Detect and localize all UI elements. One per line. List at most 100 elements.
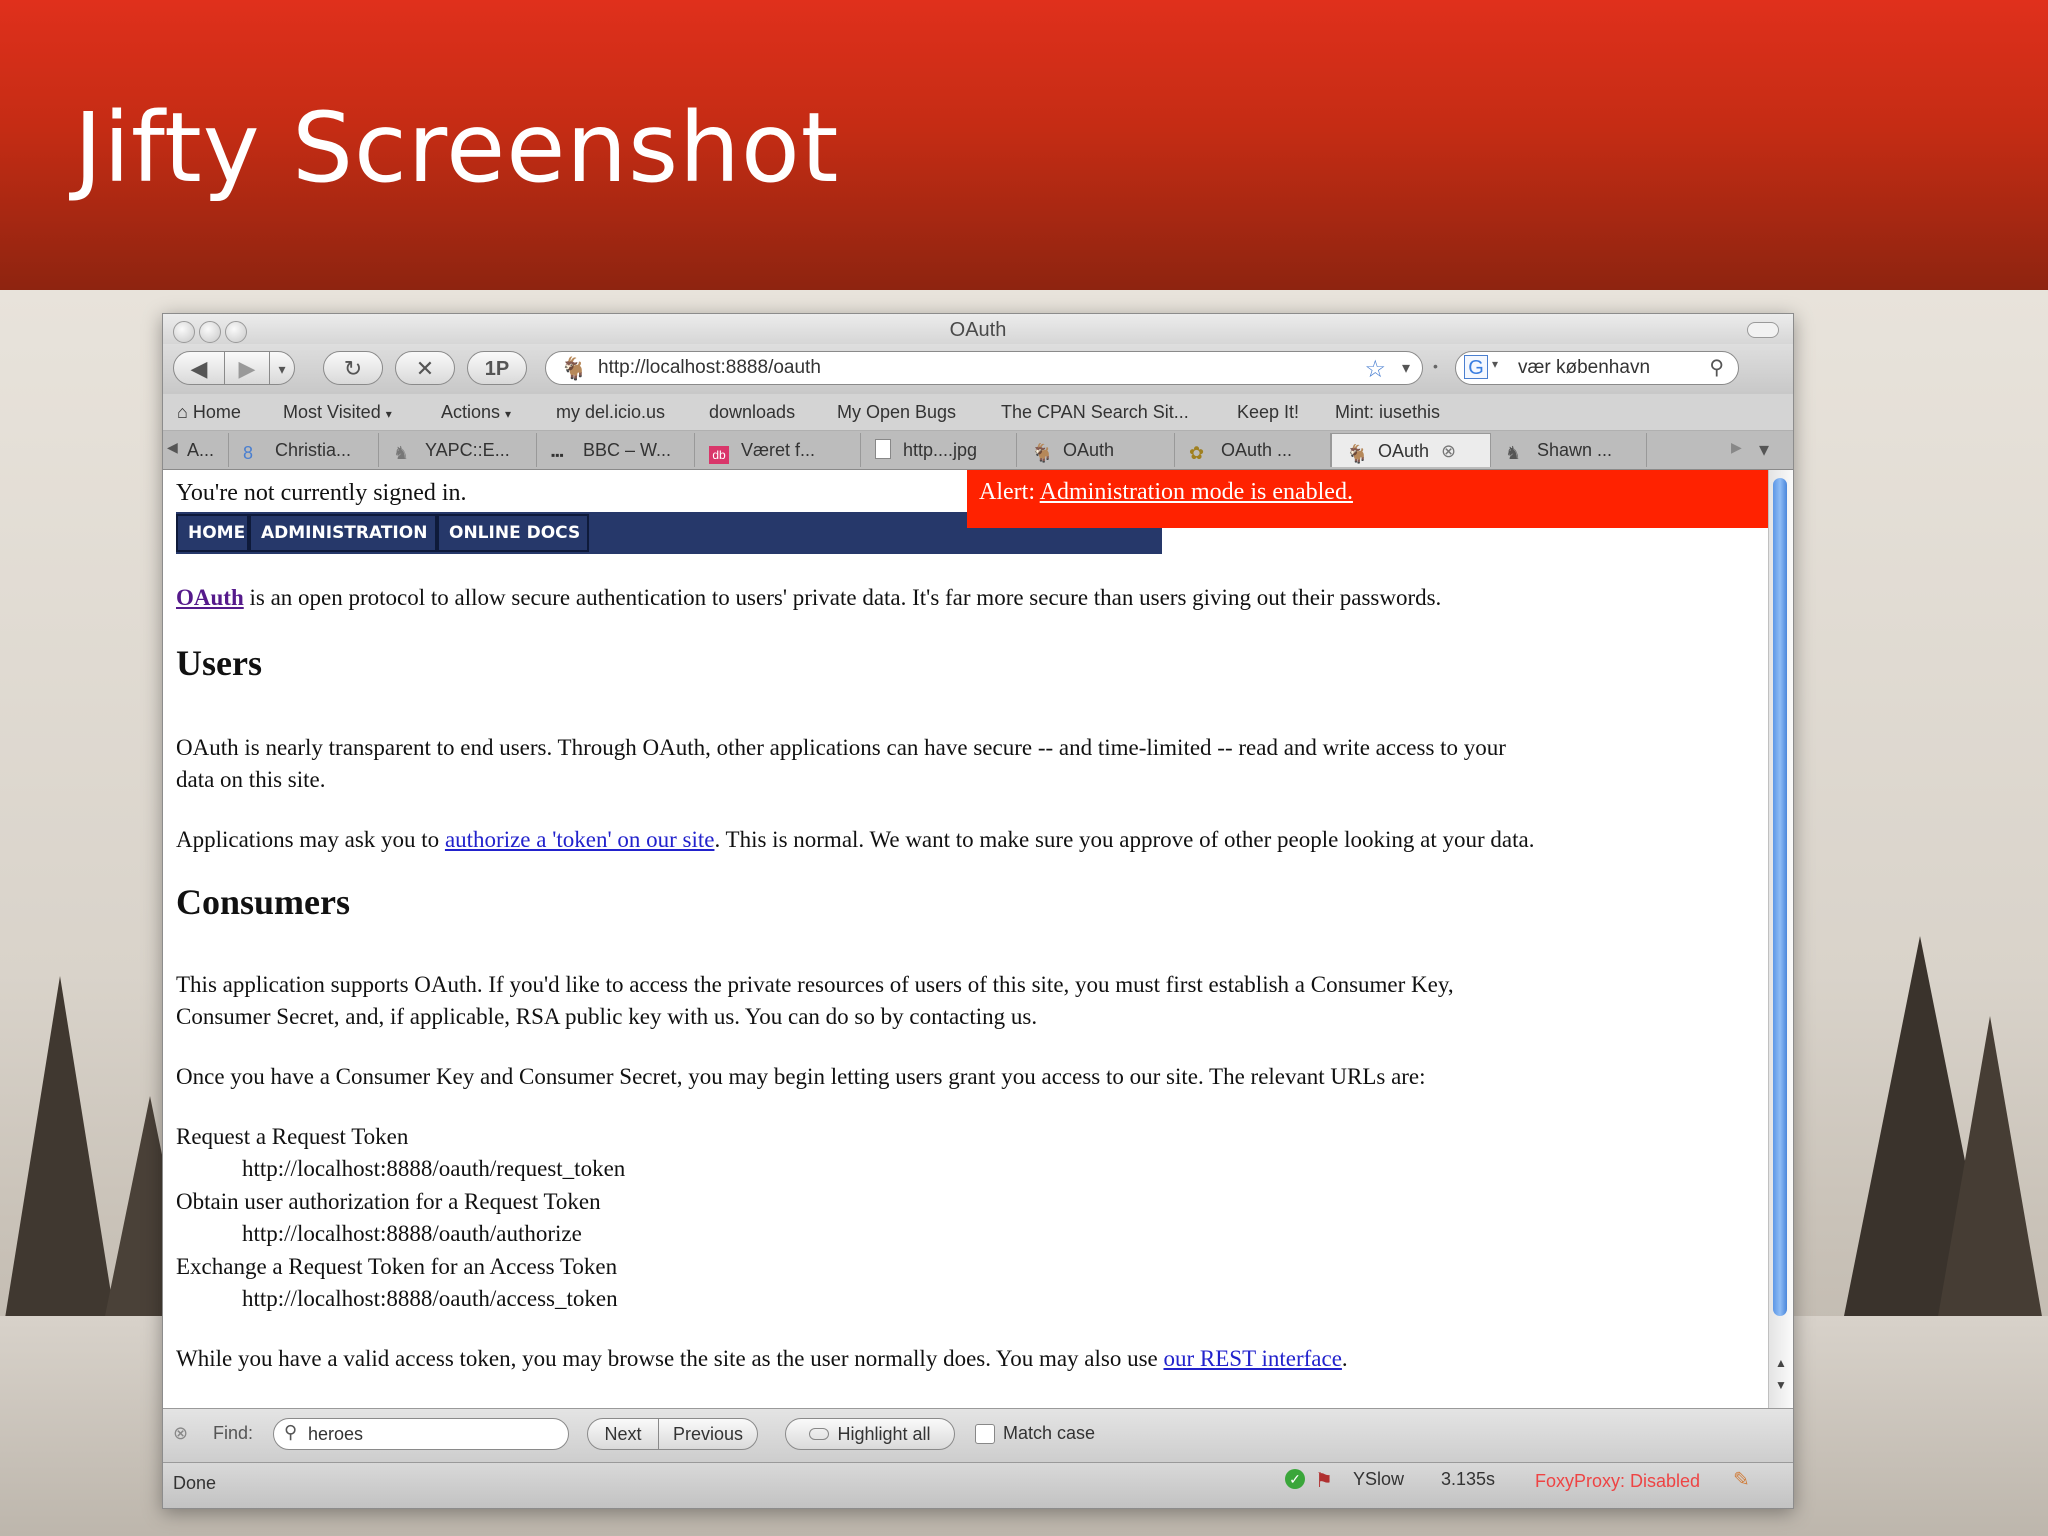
yslow-label[interactable]: YSlow <box>1353 1469 1404 1490</box>
status-bar: Done ✓ ⚑ YSlow 3.135s FoxyProxy: Disable… <box>163 1462 1793 1508</box>
highlight-all-button[interactable]: Highlight all <box>785 1418 955 1450</box>
highlight-icon <box>809 1428 830 1440</box>
tab-7[interactable]: 🐐 OAuth <box>1017 433 1175 467</box>
bookmark-cpan-search[interactable]: The CPAN Search Sit... <box>1001 402 1189 423</box>
bookmark-downloads[interactable]: downloads <box>709 402 795 423</box>
alert-banner: Alert: Administration mode is enabled. <box>967 470 1769 528</box>
stop-icon: ✕ <box>415 356 435 381</box>
url-text: http://localhost:8888/oauth <box>598 357 821 378</box>
users-paragraph-2: Applications may ask you to authorize a … <box>176 827 1535 852</box>
foxyproxy-status[interactable]: FoxyProxy: Disabled <box>1535 1471 1700 1492</box>
find-bar: ⊗ Find: ⚲ heroes Next Previous Highlight… <box>163 1408 1793 1463</box>
bookmark-mint[interactable]: Mint: iusethis <box>1335 402 1440 423</box>
onepassword-button[interactable]: 1P <box>467 351 527 385</box>
goat-icon: 🐐 <box>1031 443 1054 463</box>
url-label-authorize: Obtain user authorization for a Request … <box>176 1189 601 1214</box>
tab-scroll-right-icon[interactable]: ▶ <box>1731 439 1742 456</box>
find-label: Find: <box>213 1423 254 1443</box>
signin-status: You're not currently signed in. <box>176 480 467 506</box>
goat-icon: 🐐 <box>1346 444 1369 464</box>
match-case-label: Match case <box>1003 1423 1096 1443</box>
bee-icon: ✿ <box>1189 443 1205 463</box>
forward-arrow-icon: ▶ <box>238 356 256 381</box>
authorize-token-link[interactable]: authorize a 'token' on our site <box>445 827 715 852</box>
slide-title: Jifty Screenshot <box>74 92 840 204</box>
bookmark-star-icon[interactable]: ☆ <box>1364 355 1386 384</box>
history-dropdown-button[interactable]: ▾ <box>269 351 295 385</box>
google-icon[interactable]: G <box>1464 355 1488 379</box>
url-access-token: http://localhost:8888/oauth/access_token <box>242 1286 618 1311</box>
chevron-down-icon: ▾ <box>278 361 286 377</box>
magnifier-icon[interactable]: ⚲ <box>1709 355 1724 380</box>
vertical-scrollbar[interactable]: ▲ ▼ <box>1768 470 1793 1408</box>
url-bar[interactable]: 🐐 http://localhost:8888/oauth ☆ ▾ <box>545 351 1423 385</box>
url-label-access-token: Exchange a Request Token for an Access T… <box>176 1254 618 1279</box>
find-previous-button[interactable]: Previous <box>658 1418 758 1450</box>
camel-icon: ♞ <box>1505 443 1522 463</box>
toolbar-toggle-button[interactable] <box>1747 322 1779 338</box>
close-findbar-icon[interactable]: ⊗ <box>173 1423 188 1444</box>
nav-home[interactable]: HOME <box>176 514 249 552</box>
check-icon[interactable]: ✓ <box>1285 1469 1305 1489</box>
bookmark-my-open-bugs[interactable]: My Open Bugs <box>837 402 956 423</box>
tab-9-active[interactable]: 🐐 OAuth ⊗ <box>1331 433 1491 467</box>
bbc-icon: ▪▪▪ <box>551 448 564 462</box>
admin-mode-link[interactable]: Administration mode is enabled. <box>1040 479 1353 505</box>
close-tab-icon[interactable]: ⊗ <box>1441 441 1456 461</box>
intro-paragraph: OAuth is an open protocol to allow secur… <box>176 585 1442 610</box>
users-paragraph-line1: OAuth is nearly transparent to end users… <box>176 735 1506 760</box>
consumers-paragraph-line2: Consumer Secret, and, if applicable, RSA… <box>176 1004 1038 1029</box>
bookmark-home[interactable]: ⌂ Home <box>177 402 241 423</box>
consumers-paragraph-2: Once you have a Consumer Key and Consume… <box>176 1064 1426 1089</box>
resize-handle-icon[interactable]: • <box>1433 358 1438 374</box>
nav-administration[interactable]: ADMINISTRATION <box>249 514 437 552</box>
tab-8[interactable]: ✿ OAuth ... <box>1175 433 1331 467</box>
bookmark-most-visited[interactable]: Most Visited ▾ <box>283 402 392 423</box>
search-input[interactable]: G ▾ vær københavn ⚲ <box>1455 351 1739 385</box>
back-button[interactable]: ◀ <box>173 351 225 385</box>
scroll-up-icon[interactable]: ▲ <box>1772 1356 1790 1374</box>
magnifier-icon: ⚲ <box>284 1422 298 1442</box>
tab-4[interactable]: ▪▪▪ BBC – W... <box>537 433 695 467</box>
match-case-checkbox[interactable] <box>975 1424 995 1444</box>
find-input[interactable]: ⚲ heroes <box>273 1418 569 1450</box>
url-dropdown-icon[interactable]: ▾ <box>1402 358 1410 378</box>
bookmark-delicious[interactable]: my del.icio.us <box>556 402 665 423</box>
all-tabs-icon[interactable]: ▾ <box>1759 437 1769 462</box>
consumers-paragraph-line1: This application supports OAuth. If you'… <box>176 972 1454 997</box>
stop-button[interactable]: ✕ <box>395 351 455 385</box>
tab-5[interactable]: db Været f... <box>695 433 861 467</box>
forward-button[interactable]: ▶ <box>224 351 270 385</box>
rest-interface-link[interactable]: our REST interface <box>1164 1346 1342 1371</box>
site-favicon-icon: 🐐 <box>560 356 588 381</box>
document-icon <box>875 439 891 459</box>
tab-2[interactable]: 8 Christia... <box>229 433 379 467</box>
yslow-icon[interactable]: ⚑ <box>1315 1468 1333 1493</box>
engine-dropdown-icon[interactable]: ▾ <box>1492 357 1498 371</box>
foxyproxy-icon[interactable]: ✎ <box>1733 1467 1750 1492</box>
url-authorize: http://localhost:8888/oauth/authorize <box>242 1221 582 1246</box>
scrollbar-thumb[interactable] <box>1773 478 1787 1316</box>
tab-strip: ◀ A... 8 Christia... ♞ YAPC::E... ▪▪▪ BBC –… <box>163 431 1793 470</box>
final-paragraph: While you have a valid access token, you… <box>176 1346 1348 1371</box>
reload-icon: ↻ <box>343 356 363 381</box>
window-titlebar: OAuth <box>163 314 1793 344</box>
oauth-link[interactable]: OAuth <box>176 585 244 610</box>
tab-1[interactable]: A... <box>177 433 229 467</box>
camel-icon: ♞ <box>393 443 410 463</box>
search-text: vær københavn <box>1518 357 1651 378</box>
nav-online-docs[interactable]: ONLINE DOCS <box>437 514 589 552</box>
reload-button[interactable]: ↻ <box>323 351 383 385</box>
scroll-down-icon[interactable]: ▼ <box>1772 1378 1790 1396</box>
navigation-toolbar: ◀ ▶ ▾ ↻ ✕ 1P 🐐 http://localhost:8888/oau… <box>163 344 1793 394</box>
skype-icon: 8 <box>243 443 254 463</box>
tab-10[interactable]: ♞ Shawn ... <box>1491 433 1647 467</box>
bookmark-actions[interactable]: Actions ▾ <box>441 402 511 423</box>
url-request-token: http://localhost:8888/oauth/request_toke… <box>242 1156 626 1181</box>
find-next-button[interactable]: Next <box>587 1418 659 1450</box>
bookmark-keep-it[interactable]: Keep It! <box>1237 402 1299 423</box>
users-heading: Users <box>176 643 262 683</box>
page-content: HOME ADMINISTRATION ONLINE DOCS You're n… <box>163 470 1769 1408</box>
tab-6[interactable]: http....jpg <box>861 433 1017 467</box>
tab-3[interactable]: ♞ YAPC::E... <box>379 433 537 467</box>
